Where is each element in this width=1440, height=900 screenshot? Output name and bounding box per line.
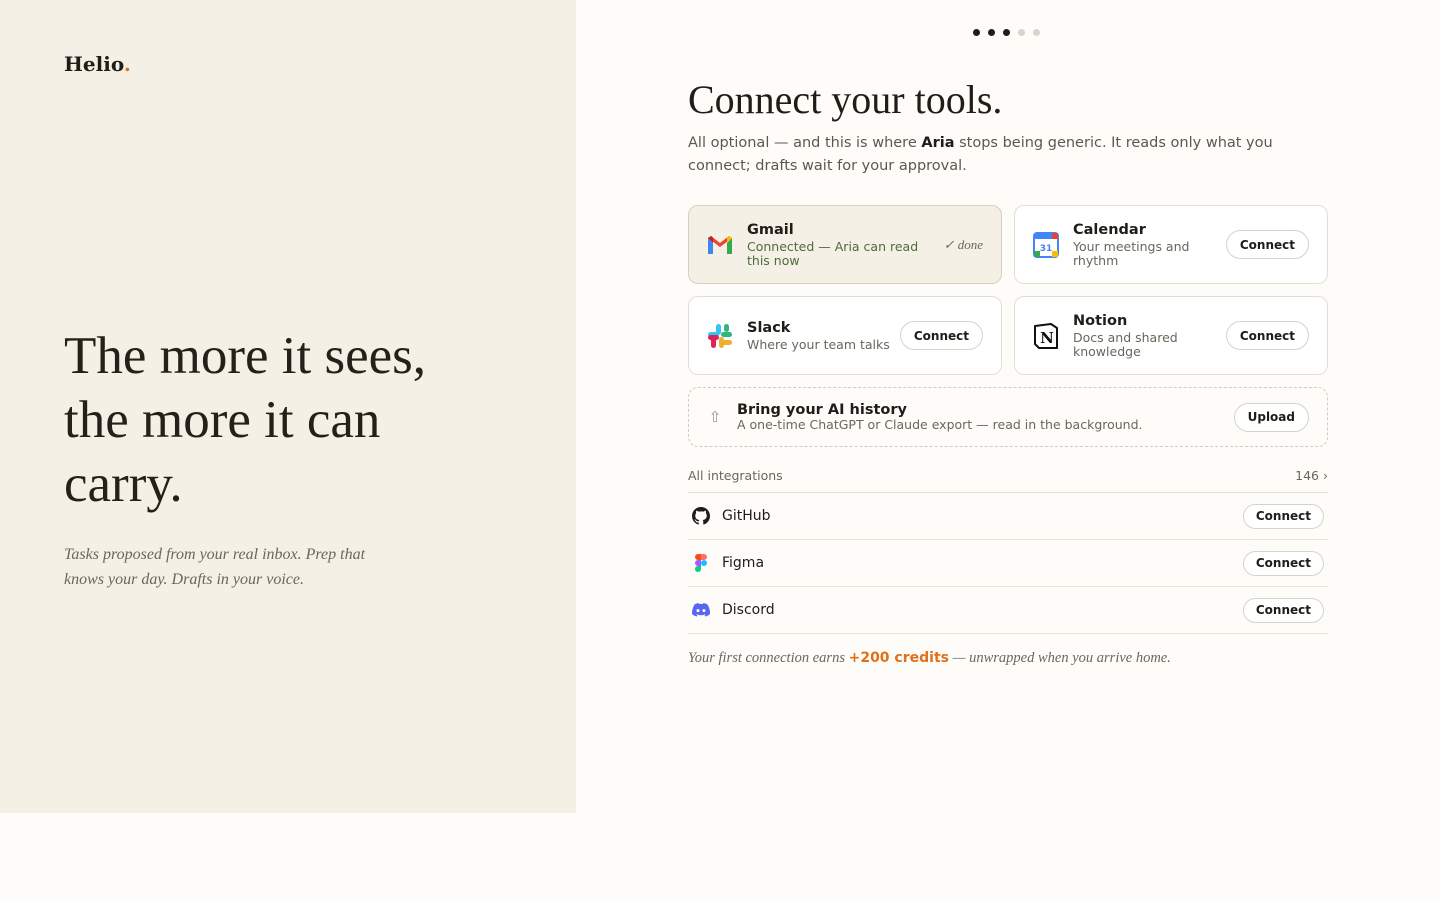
card-slack-name: Slack [747, 319, 791, 336]
card-slack-desc: Where your team talks [747, 336, 890, 352]
card-gmail: Gmail Connected — Aria can read this now… [688, 205, 1002, 284]
ai-history-upload-card: ⇧ Bring your AI history A one-time ChatG… [688, 387, 1328, 447]
connect-slack-button[interactable]: Connect [899, 321, 983, 350]
card-calendar-name: Calendar [1073, 221, 1146, 238]
all-integrations-count-link[interactable]: 146 › [1295, 468, 1328, 483]
upload-title: Bring your AI history [737, 402, 907, 418]
card-gmail-desc: Connected — Aria can read this now [747, 238, 919, 268]
svg-text:N: N [1040, 329, 1054, 347]
svg-text:31: 31 [1040, 244, 1053, 254]
step-dot-2 [988, 29, 995, 36]
hero-headline: The more it sees, the more it can carry. [64, 327, 427, 513]
connect-calendar-button[interactable]: Connect [1225, 230, 1309, 259]
integrations-list: GitHub Connect Figma Connect Discord Con… [688, 493, 1328, 634]
card-gmail-name: Gmail [747, 221, 794, 238]
card-calendar-desc: Your meetings and rhythm [1073, 238, 1190, 268]
upload-button[interactable]: Upload [1233, 402, 1309, 432]
all-integrations-header: All integrations 146 › [688, 467, 1328, 493]
brand-logo: Helio. [64, 52, 131, 76]
integration-cards: Gmail Connected — Aria can read this now… [688, 205, 1328, 375]
github-name: GitHub [722, 508, 771, 524]
step-dot-3 [1003, 29, 1010, 36]
step-dot-1 [973, 29, 980, 36]
connect-github-button[interactable]: Connect [1242, 503, 1324, 529]
gmail-done-status: ✓ done [943, 236, 983, 252]
connect-figma-button[interactable]: Connect [1242, 550, 1324, 576]
left-panel: Helio. The more it sees, the more it can… [0, 0, 576, 813]
upload-icon: ⇧ [708, 408, 722, 426]
hero-lead: Tasks proposed from your real inbox. Pre… [64, 546, 366, 588]
upload-desc: A one-time ChatGPT or Claude export — re… [737, 417, 1143, 432]
discord-icon [692, 601, 710, 619]
step-dot-4 [1018, 29, 1025, 36]
all-integrations-label: All integrations [688, 468, 783, 483]
card-notion: N Notion Docs and shared knowledge Conne… [1014, 296, 1328, 375]
credits-amount: +200 credits [848, 650, 949, 666]
credits-footnote: Your first connection earns +200 credits… [688, 650, 1171, 666]
list-item: Discord Connect [688, 587, 1328, 634]
slack-icon [705, 321, 735, 351]
card-notion-desc: Docs and shared knowledge [1073, 329, 1178, 359]
card-slack: Slack Where your team talks Connect [688, 296, 1002, 375]
connect-tools-section: Connect your tools. All optional — and t… [688, 76, 1328, 666]
step-progress-dots [973, 29, 1040, 36]
connect-discord-button[interactable]: Connect [1242, 597, 1324, 623]
list-item: Figma Connect [688, 540, 1328, 587]
page-subtitle: All optional — and this is where Aria st… [688, 135, 1273, 174]
calendar-icon: 31 [1031, 230, 1061, 260]
github-icon [692, 507, 710, 525]
step-dot-5 [1033, 29, 1040, 36]
figma-name: Figma [722, 555, 765, 571]
connect-notion-button[interactable]: Connect [1225, 321, 1309, 350]
card-calendar: 31 Calendar Your meetings and rhythm Con… [1014, 205, 1328, 284]
list-item: GitHub Connect [688, 493, 1328, 540]
card-notion-name: Notion [1073, 312, 1128, 329]
notion-icon: N [1031, 321, 1061, 351]
gmail-icon [705, 230, 735, 260]
discord-name: Discord [722, 602, 775, 618]
figma-icon [692, 554, 710, 572]
page-title: Connect your tools. [688, 77, 1003, 122]
